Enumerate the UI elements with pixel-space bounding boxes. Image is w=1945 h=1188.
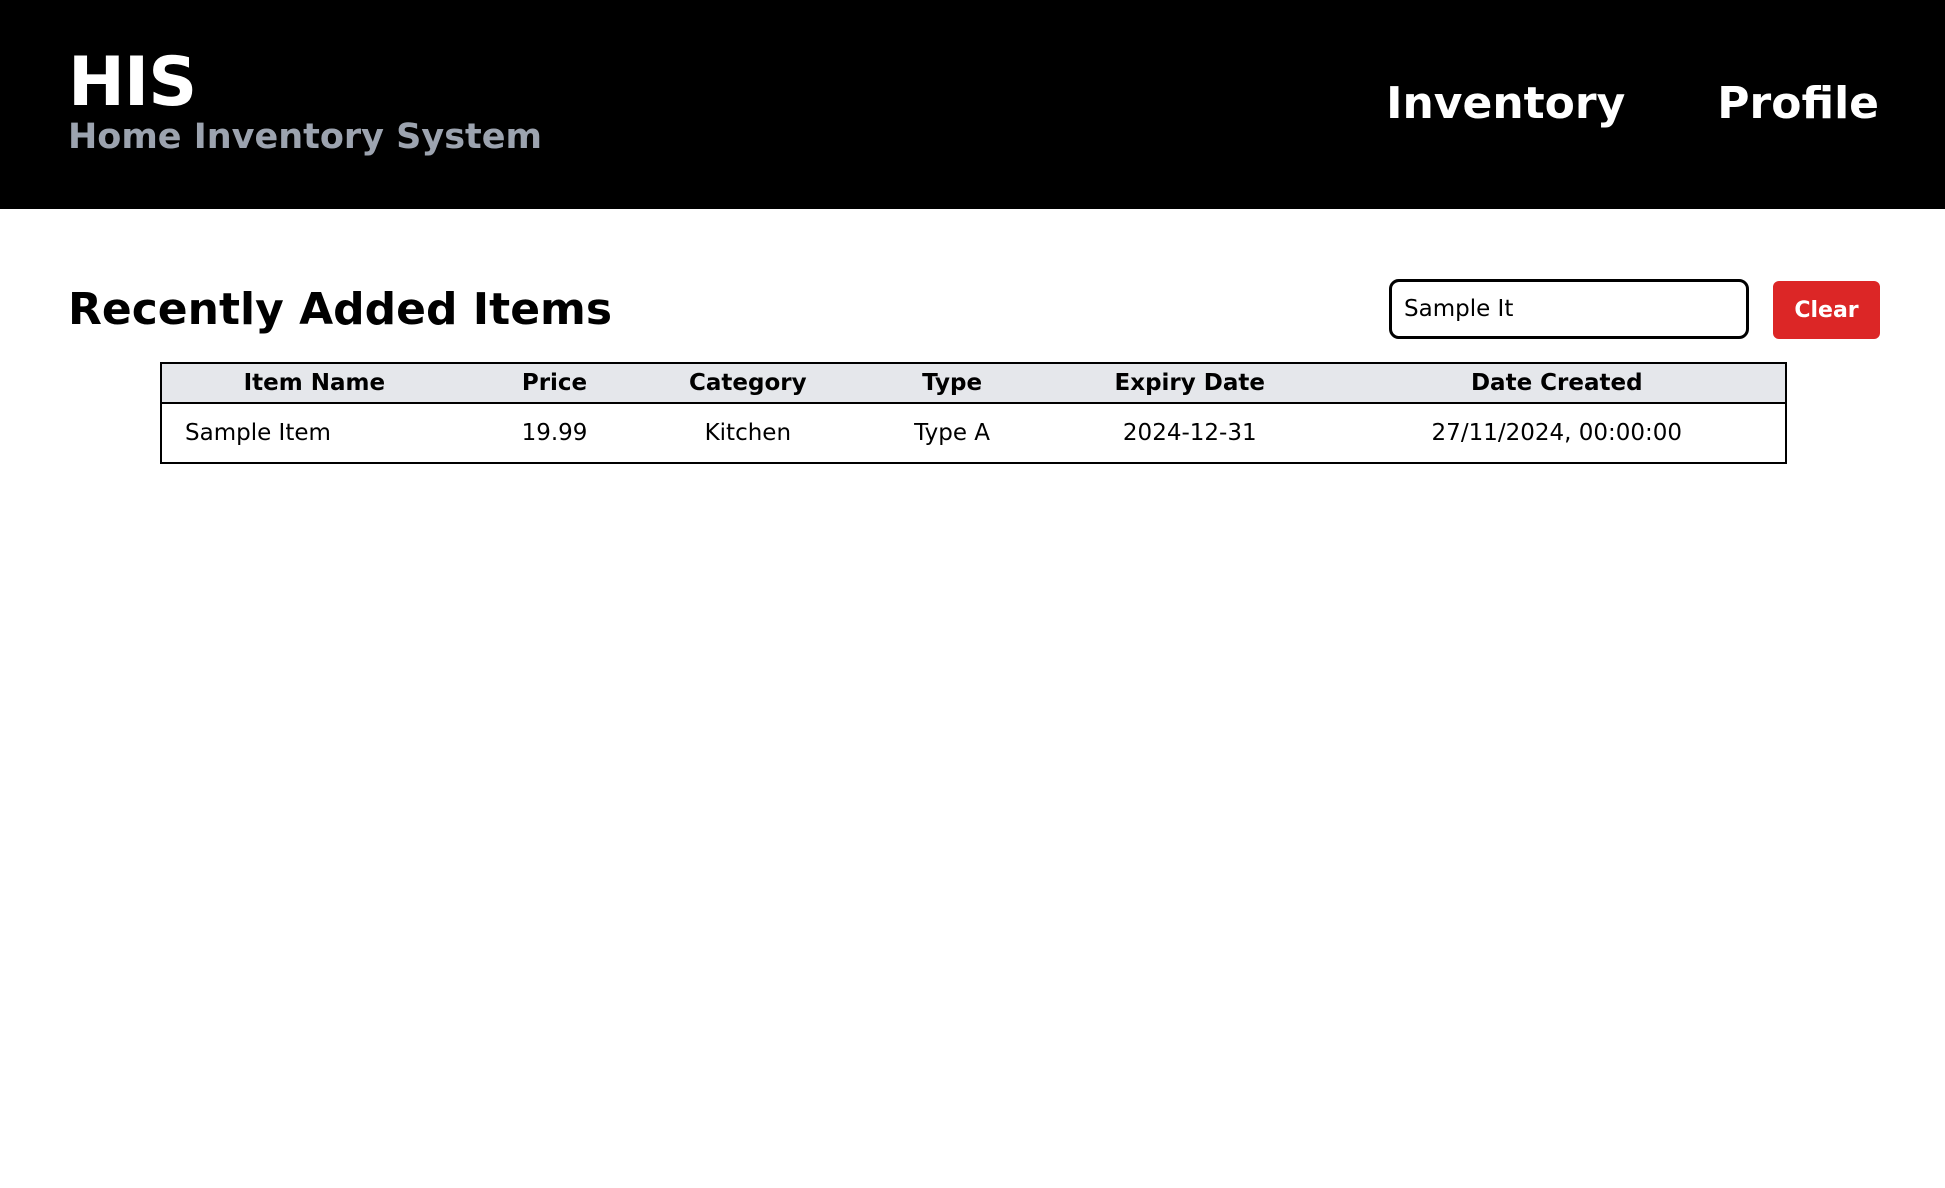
cell-date-created: 27/11/2024, 00:00:00 [1431, 420, 1683, 446]
column-header-price: Price [466, 363, 643, 404]
main-nav: Inventory Profile [1386, 76, 1879, 132]
cell-category: Kitchen [704, 420, 792, 446]
column-header-date-created: Date Created [1328, 363, 1786, 404]
items-table: Item Name Price Category Type Expiry Dat… [160, 362, 1787, 464]
top-navbar: HIS Home Inventory System Inventory Prof… [0, 0, 1945, 209]
app-subtitle: Home Inventory System [68, 117, 542, 157]
column-header-expiry-date: Expiry Date [1050, 363, 1329, 404]
column-header-category: Category [642, 363, 854, 404]
table-header-row: Item Name Price Category Type Expiry Dat… [161, 363, 1786, 404]
table-row: Sample Item 19.99 Kitchen Type A 2024-12… [161, 403, 1786, 463]
search-input[interactable] [1389, 279, 1749, 339]
clear-button[interactable]: Clear [1773, 281, 1880, 339]
page-title: Recently Added Items [68, 284, 613, 335]
nav-link-inventory[interactable]: Inventory [1386, 76, 1625, 132]
column-header-item-name: Item Name [161, 363, 467, 404]
nav-link-profile[interactable]: Profile [1717, 76, 1879, 132]
cell-type: Type A [914, 420, 991, 446]
app-title: HIS [68, 43, 197, 122]
cell-price: 19.99 [521, 420, 588, 446]
cell-expiry-date: 2024-12-31 [1122, 420, 1257, 446]
column-header-type: Type [853, 363, 1051, 404]
brand: HIS Home Inventory System [68, 44, 542, 158]
cell-item-name: Sample Item [185, 420, 331, 446]
